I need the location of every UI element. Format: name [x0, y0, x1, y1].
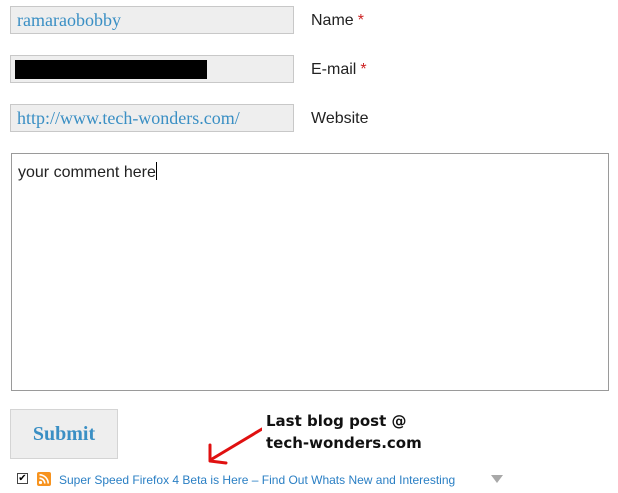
required-mark: * [360, 61, 367, 78]
text-caret [155, 162, 157, 180]
website-input[interactable]: http://www.tech-wonders.com/ [10, 104, 294, 132]
name-label: Name * [311, 12, 364, 30]
email-label-text: E-mail [311, 61, 357, 78]
website-input-value: http://www.tech-wonders.com/ [17, 108, 240, 128]
website-label-text: Website [311, 110, 369, 127]
email-input[interactable] [10, 55, 294, 83]
name-input[interactable]: ramaraobobby [10, 6, 294, 34]
commentluv-checkbox[interactable]: ✔ [17, 473, 28, 484]
submit-button[interactable]: Submit [10, 409, 118, 459]
last-post-annotation: Last blog post @ tech-wonders.com [262, 410, 434, 454]
last-post-link[interactable]: Super Speed Firefox 4 Beta is Here – Fin… [59, 473, 455, 487]
website-label: Website [311, 110, 369, 128]
name-input-value: ramaraobobby [17, 10, 121, 30]
comment-text: your comment here [18, 164, 156, 181]
red-arrow-icon [208, 427, 264, 465]
rss-icon [37, 472, 51, 486]
email-label: E-mail * [311, 61, 367, 79]
email-redaction [15, 60, 207, 79]
annotation-line-1: Last blog post @ [266, 412, 407, 430]
required-mark: * [357, 12, 364, 29]
chevron-down-icon[interactable] [491, 475, 503, 483]
annotation-line-2: tech-wonders.com [266, 434, 422, 452]
name-label-text: Name [311, 12, 354, 29]
comment-textarea[interactable]: your comment here [11, 153, 609, 391]
